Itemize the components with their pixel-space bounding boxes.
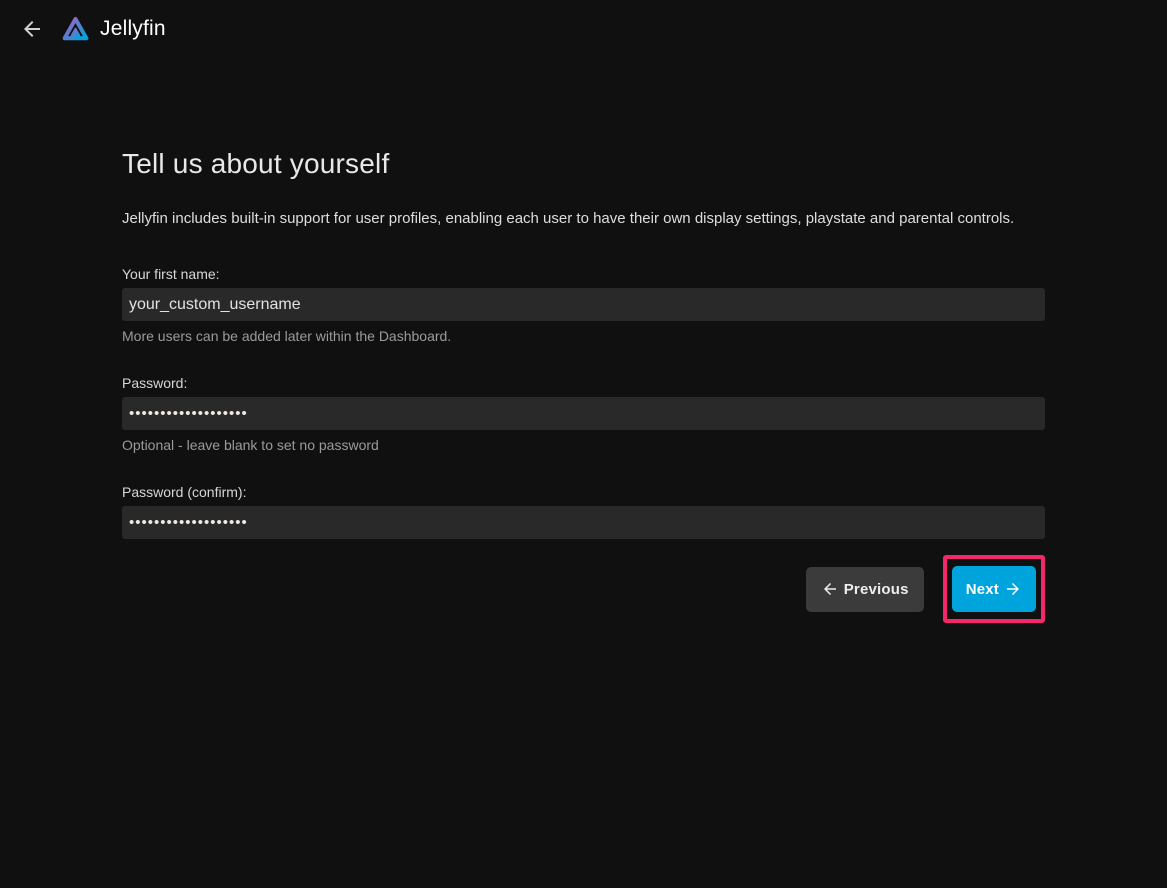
confirm-password-field: Password (confirm): bbox=[122, 483, 1045, 539]
top-header: Jellyfin bbox=[0, 0, 1167, 58]
wizard-content: Tell us about yourself Jellyfin includes… bbox=[122, 146, 1045, 623]
arrow-left-icon bbox=[821, 580, 839, 598]
page-title: Tell us about yourself bbox=[122, 146, 1045, 182]
username-input[interactable] bbox=[122, 288, 1045, 321]
previous-button-label: Previous bbox=[844, 581, 909, 598]
username-label: Your first name: bbox=[122, 265, 1045, 284]
password-label: Password: bbox=[122, 374, 1045, 393]
previous-button[interactable]: Previous bbox=[806, 567, 924, 612]
next-button-label: Next bbox=[966, 581, 999, 598]
next-button-highlight-box: Next bbox=[943, 555, 1045, 623]
arrow-left-icon bbox=[20, 17, 44, 41]
next-button[interactable]: Next bbox=[952, 566, 1036, 612]
page-description: Jellyfin includes built-in support for u… bbox=[122, 209, 1045, 229]
brand: Jellyfin bbox=[60, 14, 166, 45]
jellyfin-logo-icon bbox=[60, 14, 91, 45]
confirm-password-input[interactable] bbox=[122, 506, 1045, 539]
username-helper: More users can be added later within the… bbox=[122, 327, 1045, 345]
password-input[interactable] bbox=[122, 397, 1045, 430]
username-field: Your first name: More users can be added… bbox=[122, 265, 1045, 345]
back-button[interactable] bbox=[12, 9, 52, 49]
confirm-password-label: Password (confirm): bbox=[122, 483, 1045, 502]
wizard-buttons: Previous Next bbox=[122, 555, 1045, 623]
app-title: Jellyfin bbox=[100, 17, 166, 41]
password-helper: Optional - leave blank to set no passwor… bbox=[122, 436, 1045, 454]
password-field: Password: Optional - leave blank to set … bbox=[122, 374, 1045, 454]
arrow-right-icon bbox=[1004, 580, 1022, 598]
